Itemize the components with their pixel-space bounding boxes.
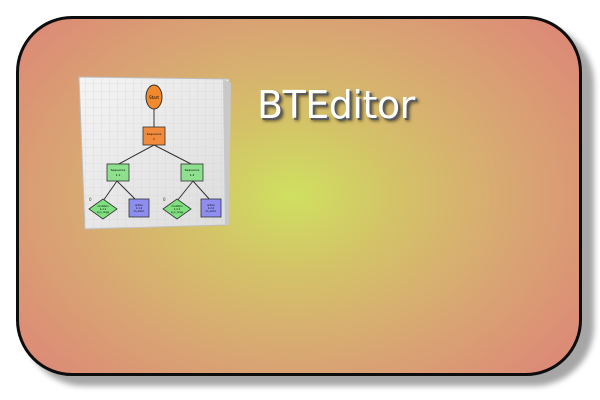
tree-sequence-right-label: Sequence [185, 168, 200, 172]
tree-action-2-detail: do_action [206, 210, 217, 213]
tree-condition-1-detail: is_in_range [97, 211, 110, 214]
tree-sequence-root [142, 126, 166, 146]
tree-sequence-root-id: 1 [153, 137, 155, 141]
tree-preview: Start Sequence 1 Sequence 1.1 Sequence 1… [78, 76, 231, 230]
tree-sequence-right-id: 1.2 [190, 173, 195, 177]
app-title: BTEditor [257, 83, 415, 127]
tree-sequence-left-id: 1.1 [116, 173, 121, 177]
tree-sequence-root-label: Sequence [147, 132, 162, 136]
app-card[interactable]: Start Sequence 1 Sequence 1.1 Sequence 1… [16, 16, 582, 376]
tree-condition-2-detail: is_in_range [171, 211, 184, 214]
tree-root-label: Start [149, 95, 159, 100]
tree-sequence-left-label: Sequence [111, 168, 126, 172]
app-tile: Start Sequence 1 Sequence 1.1 Sequence 1… [0, 0, 600, 400]
tree-action-1-detail: do_action [134, 210, 145, 213]
preview-thumbnail: Start Sequence 1 Sequence 1.1 Sequence 1… [77, 75, 233, 231]
